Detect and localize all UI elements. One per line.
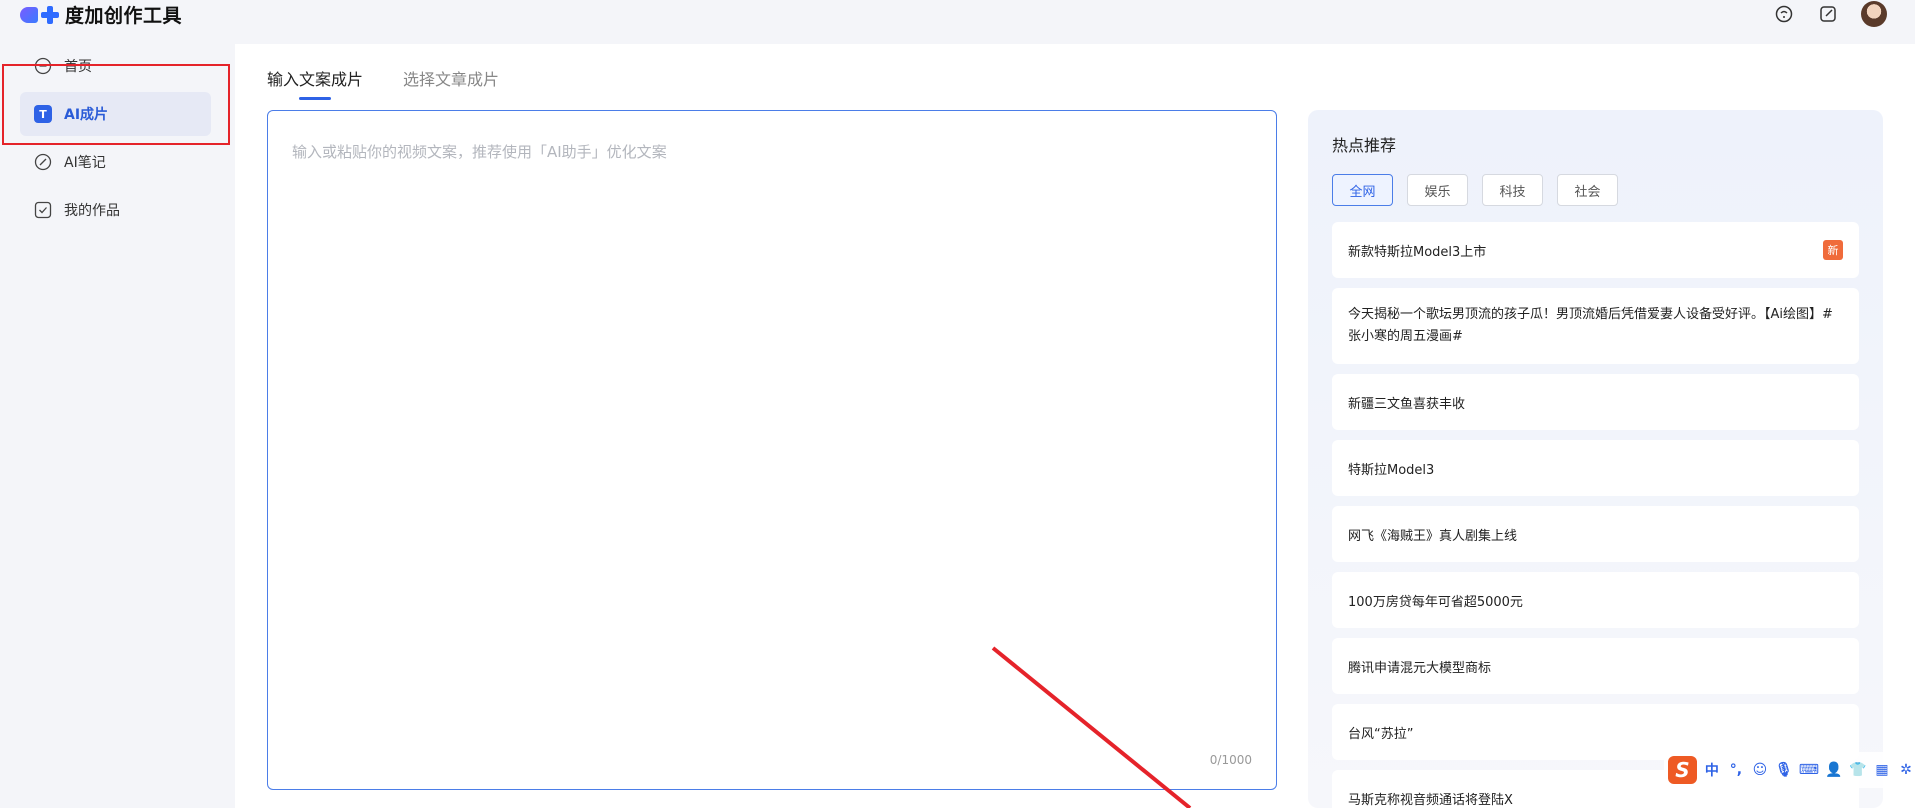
mic-icon[interactable]: 🎙 bbox=[1775, 760, 1793, 780]
hot-topic-tabs: 全网 娱乐 科技 社会 bbox=[1332, 174, 1618, 206]
hot-topic-item[interactable]: 新疆三文鱼喜获丰收 bbox=[1332, 374, 1859, 430]
hot-tab-entertainment[interactable]: 娱乐 bbox=[1407, 174, 1468, 206]
hot-topic-item[interactable]: 100万房贷每年可省超5000元 bbox=[1332, 572, 1859, 628]
user-icon[interactable]: 👤 bbox=[1825, 760, 1843, 780]
sidebar-item-label: AI笔记 bbox=[64, 155, 106, 171]
hot-topic-item[interactable]: 今天揭秘一个歌坛男顶流的孩子瓜！男顶流婚后凭借爱妻人设备受好评。【Ai绘图】#张… bbox=[1332, 288, 1859, 364]
script-editor: 0/1000 bbox=[267, 110, 1277, 790]
sidebar-item-home[interactable]: 首页 bbox=[20, 44, 211, 88]
script-input[interactable] bbox=[268, 111, 1276, 789]
header-actions bbox=[1773, 0, 1887, 28]
char-counter: 0/1000 bbox=[1209, 753, 1252, 767]
hot-topic-text: 台风“苏拉” bbox=[1348, 726, 1414, 742]
ime-lang-toggle[interactable]: 中 bbox=[1703, 760, 1721, 780]
hot-topic-text: 特斯拉Model3 bbox=[1348, 462, 1435, 478]
hot-topic-list: 新款特斯拉Model3上市 新 今天揭秘一个歌坛男顶流的孩子瓜！男顶流婚后凭借爱… bbox=[1332, 222, 1859, 808]
top-header: 度加创作工具 bbox=[0, 0, 1915, 44]
home-icon bbox=[34, 57, 52, 75]
sidebar-item-label: AI成片 bbox=[64, 107, 109, 123]
tab-select-article[interactable]: 选择文章成片 bbox=[403, 66, 499, 100]
hot-topic-item[interactable]: 特斯拉Model3 bbox=[1332, 440, 1859, 496]
hot-topic-item[interactable]: 网飞《海贼王》真人剧集上线 bbox=[1332, 506, 1859, 562]
sidebar-item-my-works[interactable]: 我的作品 bbox=[20, 188, 211, 232]
sidebar-item-ai-video[interactable]: T AI成片 bbox=[20, 92, 211, 136]
emoji-icon[interactable]: ☺ bbox=[1751, 760, 1769, 780]
hot-topic-text: 腾讯申请混元大模型商标 bbox=[1348, 660, 1492, 676]
hot-topic-text: 网飞《海贼王》真人剧集上线 bbox=[1348, 528, 1518, 544]
pen-icon bbox=[34, 153, 52, 171]
skin-icon[interactable]: 👕 bbox=[1849, 760, 1867, 780]
hot-topics-panel: 热点推荐 全网 娱乐 科技 社会 新款特斯拉Model3上市 新 今天揭秘一个歌… bbox=[1308, 110, 1883, 808]
app-title: 度加创作工具 bbox=[65, 4, 183, 27]
edit-icon[interactable] bbox=[1817, 3, 1839, 25]
logo-mark-icon bbox=[20, 3, 60, 25]
keyboard-icon[interactable]: ⌨ bbox=[1799, 760, 1819, 780]
tab-input-script[interactable]: 输入文案成片 bbox=[267, 66, 363, 100]
sidebar: 首页 T AI成片 AI笔记 我的作品 bbox=[0, 44, 235, 808]
check-icon bbox=[34, 201, 52, 219]
hot-topic-item[interactable]: 新款特斯拉Model3上市 新 bbox=[1332, 222, 1859, 278]
sidebar-item-label: 我的作品 bbox=[64, 203, 120, 219]
feedback-icon[interactable] bbox=[1773, 3, 1795, 25]
settings-icon[interactable]: ✲ bbox=[1897, 760, 1915, 780]
hot-topics-title: 热点推荐 bbox=[1332, 136, 1397, 155]
mode-tabs: 输入文案成片 选择文章成片 bbox=[267, 66, 499, 100]
ime-toolbar: S 中 °, ☺ 🎙 ⌨ 👤 👕 ▦ ✲ bbox=[1664, 752, 1915, 788]
user-avatar[interactable] bbox=[1861, 1, 1887, 27]
new-badge: 新 bbox=[1823, 240, 1843, 260]
hot-topic-item[interactable]: 腾讯申请混元大模型商标 bbox=[1332, 638, 1859, 694]
sidebar-item-label: 首页 bbox=[64, 59, 92, 75]
hot-tab-tech[interactable]: 科技 bbox=[1482, 174, 1543, 206]
hot-topic-text: 100万房贷每年可省超5000元 bbox=[1348, 594, 1523, 610]
sogou-logo-icon[interactable]: S bbox=[1668, 756, 1697, 784]
punctuation-icon[interactable]: °, bbox=[1727, 760, 1745, 780]
hot-topic-text: 马斯克称视音频通话将登陆X bbox=[1348, 792, 1513, 808]
hot-tab-all[interactable]: 全网 bbox=[1332, 174, 1393, 206]
hot-topic-text: 新疆三文鱼喜获丰收 bbox=[1348, 396, 1466, 412]
t-icon: T bbox=[34, 105, 52, 123]
hot-topic-text: 今天揭秘一个歌坛男顶流的孩子瓜！男顶流婚后凭借爱妻人设备受好评。【Ai绘图】#张… bbox=[1348, 307, 1833, 344]
main-content: 输入文案成片 选择文章成片 0/1000 热点推荐 全网 娱乐 科技 社会 新款… bbox=[235, 44, 1915, 808]
grid-icon[interactable]: ▦ bbox=[1873, 760, 1891, 780]
hot-tab-society[interactable]: 社会 bbox=[1557, 174, 1618, 206]
hot-topic-text: 新款特斯拉Model3上市 bbox=[1348, 244, 1487, 260]
app-logo[interactable]: 度加创作工具 bbox=[20, 0, 182, 28]
sidebar-item-ai-notes[interactable]: AI笔记 bbox=[20, 140, 211, 184]
